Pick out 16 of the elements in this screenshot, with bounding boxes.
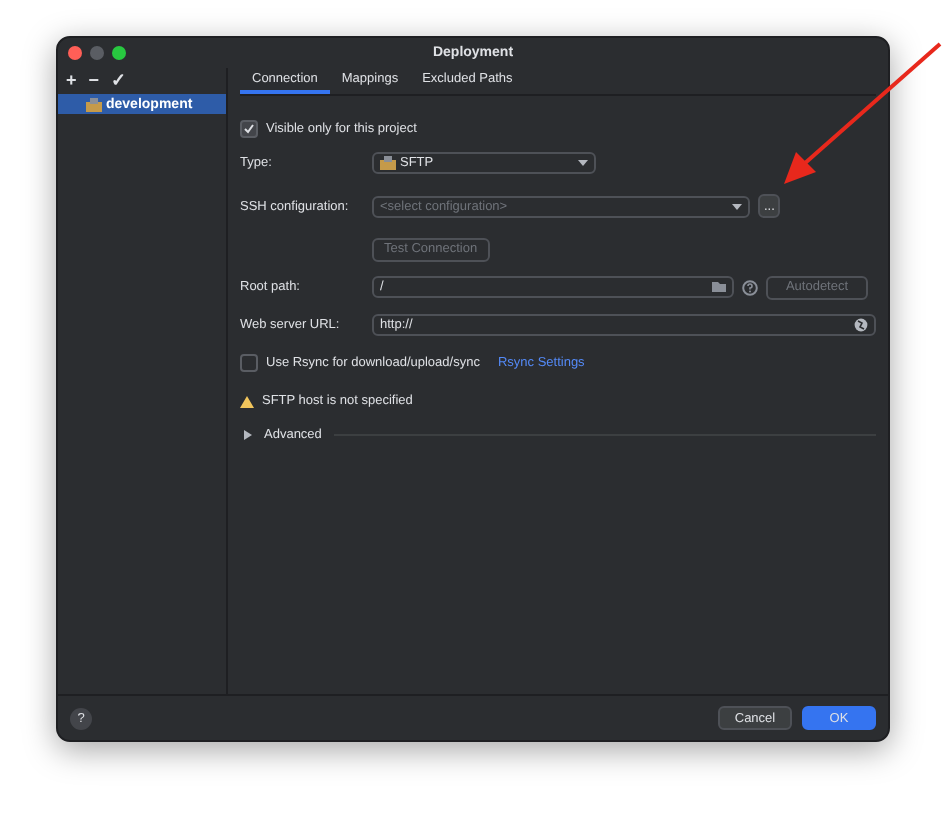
- close-icon[interactable]: [68, 46, 82, 60]
- checkbox[interactable]: [240, 120, 258, 138]
- checkbox[interactable]: [240, 354, 258, 372]
- globe-icon[interactable]: [854, 318, 868, 332]
- server-icon: [380, 156, 396, 170]
- dropdown-caret-icon: [578, 160, 588, 166]
- dropdown-caret-icon: [732, 203, 742, 209]
- expand-arrow-icon[interactable]: [244, 430, 252, 440]
- maximize-icon[interactable]: [112, 46, 126, 60]
- warning-icon: [240, 395, 254, 407]
- add-button[interactable]: +: [66, 72, 77, 90]
- remove-button[interactable]: −: [88, 72, 100, 90]
- help-icon[interactable]: [742, 279, 758, 295]
- apply-button[interactable]: ✓: [111, 72, 128, 90]
- folder-icon[interactable]: [712, 282, 726, 292]
- server-icon: [86, 97, 102, 111]
